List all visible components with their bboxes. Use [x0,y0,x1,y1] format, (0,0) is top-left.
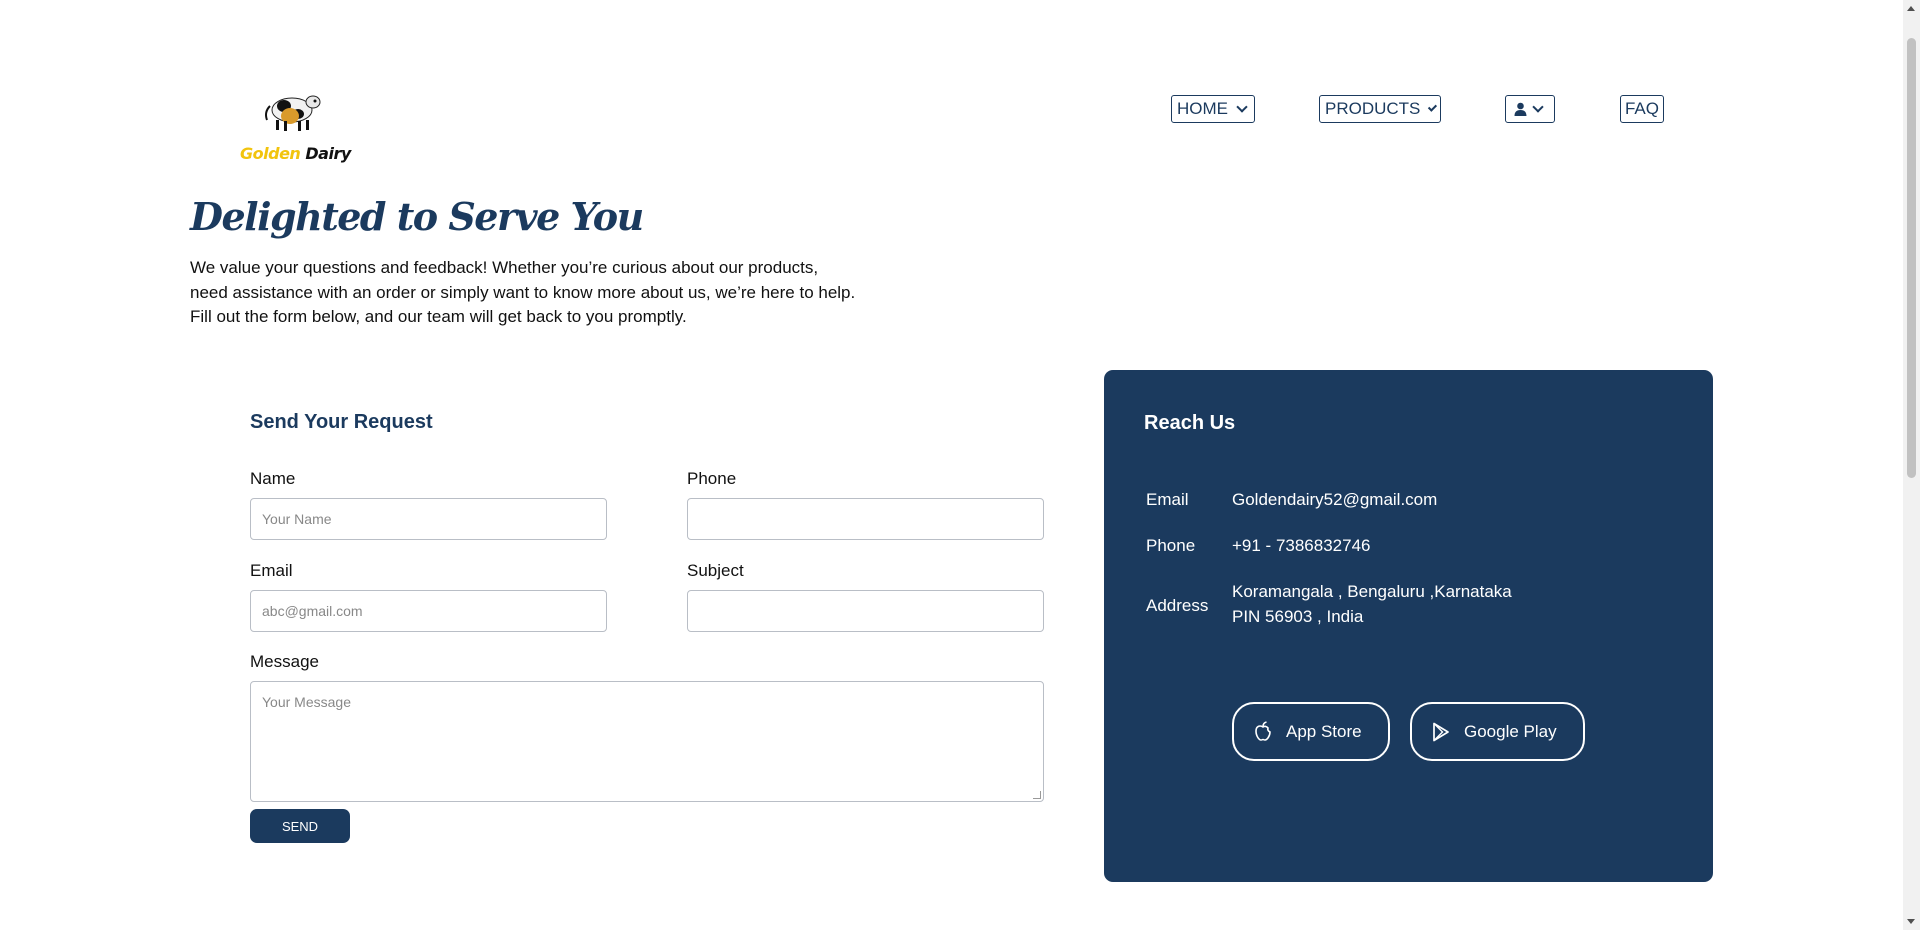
app-store-button[interactable]: App Store [1232,702,1390,761]
apple-icon [1255,721,1271,741]
subject-label: Subject [687,561,744,580]
email-label: Email [250,561,293,580]
chevron-down-icon [1532,100,1544,113]
nav-account-dropdown[interactable] [1505,95,1555,123]
message-placeholder: Your Message [262,694,351,710]
email-input[interactable]: abc@gmail.com [250,590,607,632]
scrollbar-thumb[interactable] [1907,38,1916,478]
contact-email-label: Email [1146,490,1189,509]
nav-products-dropdown[interactable]: PRODUCTS [1319,95,1441,123]
cow-logo-icon [265,95,321,131]
name-label: Name [250,469,296,488]
send-button[interactable]: SEND [250,809,350,843]
google-play-label: Google Play [1464,721,1557,741]
resize-handle-icon[interactable] [1033,791,1041,799]
contact-email-value[interactable]: Goldendairy52@gmail.com [1232,488,1437,513]
play-store-icon [1433,722,1449,741]
app-store-label: App Store [1286,721,1362,741]
nav-products-label: PRODUCTS [1325,99,1421,118]
phone-label: Phone [687,469,737,488]
nav-faq-link[interactable]: FAQ [1620,95,1664,123]
subject-input[interactable] [687,590,1044,632]
nav-home-label: HOME [1177,99,1228,118]
contact-address-value: Koramangala , Bengaluru ,Karnataka PIN 5… [1232,580,1512,629]
address-line: PIN 56903 , India [1232,606,1364,626]
user-icon [1514,102,1527,116]
phone-input[interactable] [687,498,1044,540]
scroll-up-icon[interactable] [1907,6,1915,11]
form-title: Send Your Request [250,411,433,433]
chevron-down-icon [1236,100,1248,113]
intro-line: We value your questions and feedback! Wh… [190,258,819,277]
reach-us-panel: Reach Us Email Goldendairy52@gmail.com P… [1104,370,1713,882]
message-textarea[interactable]: Your Message [250,681,1044,802]
page-title: Delighted to Serve You [190,194,644,239]
contact-address-label: Address [1146,596,1209,615]
google-play-button[interactable]: Google Play [1410,702,1585,761]
intro-text: We value your questions and feedback! Wh… [190,256,910,330]
nav-home-dropdown[interactable]: HOME [1171,95,1255,123]
reach-us-title: Reach Us [1144,412,1236,434]
contact-phone-value[interactable]: +91 - 7386832746 [1232,534,1371,559]
brand-word-golden: Golden [240,144,301,163]
intro-line: Fill out the form below, and our team wi… [190,307,687,326]
scroll-down-icon[interactable] [1907,919,1915,924]
name-input[interactable]: Your Name [250,498,607,540]
chevron-down-icon [1428,102,1438,111]
brand-word-dairy: Dairy [305,144,351,163]
address-line: Koramangala , Bengaluru ,Karnataka [1232,582,1512,601]
contact-phone-label: Phone [1146,536,1196,555]
page-scrollbar[interactable] [1903,0,1920,930]
brand-logo[interactable]: Golden Dairy [238,88,352,164]
brand-name: Golden Dairy [240,144,351,163]
nav-faq-label: FAQ [1624,99,1659,118]
intro-line: need assistance with an order or simply … [190,282,856,302]
message-label: Message [250,652,319,671]
